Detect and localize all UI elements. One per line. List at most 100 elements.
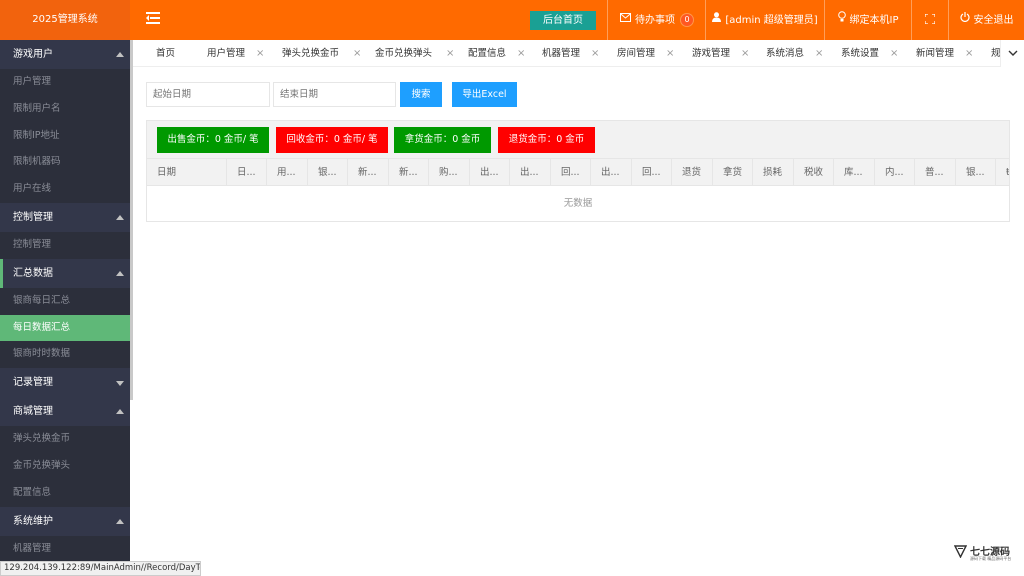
todo-count-badge: 0 bbox=[681, 14, 693, 26]
sidebar-group-shop[interactable]: 商城管理 bbox=[0, 397, 130, 427]
power-icon bbox=[959, 0, 970, 40]
sidebar-item-gold-to-ammo[interactable]: 金币兑换弹头 bbox=[0, 452, 130, 480]
tab-home[interactable]: 首页 bbox=[156, 40, 175, 66]
watermark: 七七源码 源码下载 精品源码平台 bbox=[954, 543, 1014, 565]
search-button[interactable]: 搜索 bbox=[400, 82, 442, 107]
sidebar-group-control[interactable]: 控制管理 bbox=[0, 202, 130, 232]
sidebar: 游戏用户 用户管理 限制用户名 限制IP地址 限制机器码 用户在线 控制管理 控… bbox=[0, 40, 130, 576]
start-date-input[interactable] bbox=[146, 82, 270, 107]
home-button[interactable]: 后台首页 bbox=[530, 11, 596, 30]
column-header: 库... bbox=[834, 159, 875, 186]
todo-label: 待办事项 bbox=[635, 15, 675, 26]
sidebar-scrollbar[interactable] bbox=[130, 40, 133, 400]
tab-config[interactable]: 配置信息 × bbox=[468, 40, 525, 66]
column-header: 用... bbox=[267, 159, 308, 186]
close-icon[interactable]: × bbox=[446, 40, 454, 66]
user-menu[interactable]: [admin 超级管理员] bbox=[705, 0, 824, 40]
close-icon[interactable]: × bbox=[741, 40, 749, 66]
tab-news[interactable]: 新闻管理 × bbox=[916, 40, 973, 66]
tabs-more-button[interactable] bbox=[1000, 40, 1024, 67]
column-header: 新... bbox=[389, 159, 429, 186]
end-date-input[interactable] bbox=[273, 82, 396, 107]
column-header: 回... bbox=[632, 159, 672, 186]
sidebar-item-restrict-machine[interactable]: 限制机器码 bbox=[0, 149, 130, 177]
take-gold-stat: 拿货金币：0 金币 bbox=[394, 127, 491, 153]
sidebar-group-maintenance[interactable]: 系统维护 bbox=[0, 506, 130, 536]
column-header: 损耗 bbox=[753, 159, 794, 186]
sidebar-item-machines[interactable]: 机器管理 bbox=[0, 535, 130, 563]
caret-down-icon bbox=[116, 381, 124, 387]
sidebar-item-merchant-realtime[interactable]: 银商时时数据 bbox=[0, 341, 130, 369]
close-icon[interactable]: × bbox=[517, 40, 525, 66]
close-icon[interactable]: × bbox=[353, 40, 361, 66]
tab-system-messages[interactable]: 系统消息 × bbox=[766, 40, 823, 66]
tab-ammo-to-gold[interactable]: 弹头兑换金币 × bbox=[282, 40, 361, 66]
column-header: 税收 bbox=[794, 159, 834, 186]
close-icon[interactable]: × bbox=[965, 40, 973, 66]
column-header: 新... bbox=[348, 159, 389, 186]
sidebar-item-ammo-to-gold[interactable]: 弹头兑换金币 bbox=[0, 426, 130, 453]
tab-gold-to-ammo[interactable]: 金币兑换弹头 × bbox=[375, 40, 454, 66]
column-header: 日... bbox=[227, 159, 267, 186]
sidebar-item-daily-summary[interactable]: 每日数据汇总 bbox=[0, 314, 130, 342]
chevron-down-icon bbox=[1008, 50, 1018, 56]
empty-message: 无数据 bbox=[147, 186, 1009, 221]
close-icon[interactable]: × bbox=[890, 40, 898, 66]
recycle-gold-stat: 回收金币：0 金币/ 笔 bbox=[276, 127, 388, 153]
sidebar-group-game-users[interactable]: 游戏用户 bbox=[0, 40, 130, 69]
fullscreen-button[interactable] bbox=[911, 0, 948, 40]
close-icon[interactable]: × bbox=[666, 40, 674, 66]
sidebar-item-online-users[interactable]: 用户在线 bbox=[0, 176, 130, 203]
refund-gold-stat: 退货金币：0 金币 bbox=[498, 127, 595, 153]
export-excel-button[interactable]: 导出Excel bbox=[452, 82, 517, 107]
lightbulb-icon bbox=[837, 0, 846, 40]
user-label: [admin 超级管理员] bbox=[725, 15, 818, 26]
sidebar-item-merchant-daily[interactable]: 银商每日汇总 bbox=[0, 287, 130, 315]
tab-system-settings[interactable]: 系统设置 × bbox=[841, 40, 898, 66]
tab-games[interactable]: 游戏管理 × bbox=[692, 40, 749, 66]
close-icon[interactable]: × bbox=[815, 40, 823, 66]
column-header: 回... bbox=[551, 159, 591, 186]
sidebar-group-summary[interactable]: 汇总数据 bbox=[0, 258, 130, 288]
close-icon[interactable]: × bbox=[256, 40, 264, 66]
app-logo[interactable]: 2025管理系统 bbox=[0, 0, 130, 40]
sidebar-item-user-management[interactable]: 用户管理 bbox=[0, 69, 130, 96]
column-header: 出... bbox=[591, 159, 632, 186]
column-header: 购... bbox=[429, 159, 470, 186]
sidebar-group-records[interactable]: 记录管理 bbox=[0, 368, 130, 398]
column-header: 银... bbox=[956, 159, 996, 186]
sidebar-item-restrict-username[interactable]: 限制用户名 bbox=[0, 95, 130, 123]
logout-button[interactable]: 安全退出 bbox=[948, 0, 1024, 40]
caret-up-icon bbox=[116, 52, 124, 57]
tab-machines[interactable]: 机器管理 × bbox=[542, 40, 599, 66]
caret-up-icon bbox=[116, 518, 124, 524]
mail-icon bbox=[620, 0, 631, 40]
column-header: 银... bbox=[308, 159, 348, 186]
tab-rooms[interactable]: 房间管理 × bbox=[617, 40, 674, 66]
column-header: 内... bbox=[875, 159, 915, 186]
logout-label: 安全退出 bbox=[973, 15, 1014, 26]
column-header: 退货 bbox=[672, 159, 713, 186]
status-url: 129.204.139.122:89/MainAdmin//Record/Day… bbox=[0, 561, 201, 576]
sidebar-item-config[interactable]: 配置信息 bbox=[0, 479, 130, 507]
bind-ip-button[interactable]: 绑定本机IP bbox=[824, 0, 911, 40]
bind-ip-label: 绑定本机IP bbox=[849, 15, 899, 26]
close-icon[interactable]: × bbox=[591, 40, 599, 66]
sell-gold-stat: 出售金币：0 金币/ 笔 bbox=[157, 127, 269, 153]
sidebar-item-restrict-ip[interactable]: 限制IP地址 bbox=[0, 122, 130, 150]
watermark-subtitle: 源码下载 精品源码平台 bbox=[970, 556, 1012, 561]
caret-up-icon bbox=[116, 214, 124, 220]
column-header: 出... bbox=[510, 159, 551, 186]
caret-up-icon bbox=[116, 409, 124, 415]
menu-toggle-icon[interactable] bbox=[146, 12, 160, 26]
tab-bar: 首页 用户管理 × 弹头兑换金币 × 金币兑换弹头 × 配置信息 × 机器管理 × 房间管… bbox=[133, 40, 1024, 67]
column-header: 拿货 bbox=[713, 159, 753, 186]
caret-up-icon bbox=[116, 270, 124, 276]
sidebar-item-control[interactable]: 控制管理 bbox=[0, 231, 130, 259]
column-header: ŧ bbox=[1006, 167, 1009, 178]
column-header: 日期 bbox=[147, 159, 227, 186]
fullscreen-icon bbox=[924, 13, 936, 25]
todo-button[interactable]: 待办事项 0 bbox=[607, 0, 705, 40]
logo-icon bbox=[954, 545, 967, 558]
tab-user-management[interactable]: 用户管理 × bbox=[207, 40, 264, 66]
